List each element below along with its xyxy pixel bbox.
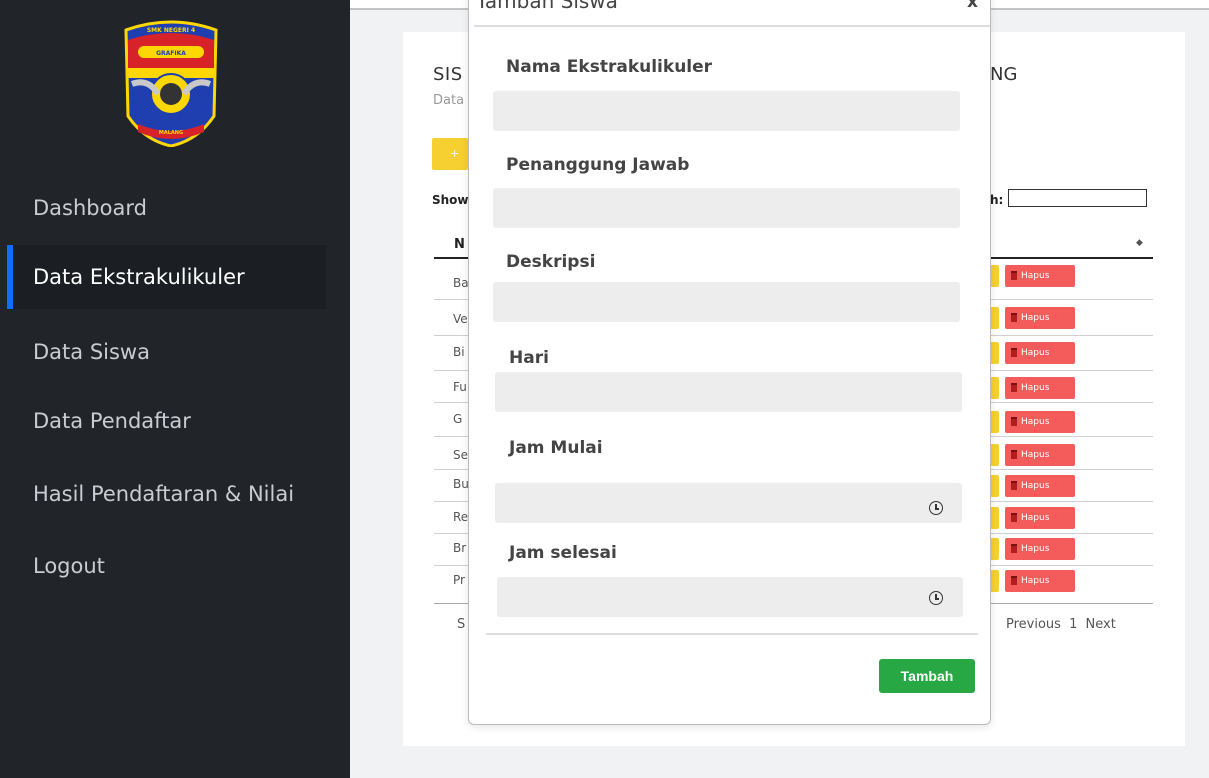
logo-text-top: SMK NEGERI 4 [147,27,195,34]
sidebar-item-logout[interactable]: Logout [7,534,326,598]
sidebar-item-hasil-pendaftaran[interactable]: Hasil Pendaftaran & Nilai [7,462,326,526]
school-logo: SMK NEGERI 4 GRAFIKA MALANG [124,20,218,147]
delete-button[interactable]: Hapus [1005,507,1075,529]
tambah-button[interactable]: Tambah [879,659,975,693]
search-label: h: [990,193,1004,207]
delete-button[interactable]: Hapus [1005,444,1075,466]
delete-button[interactable]: Hapus [1005,570,1075,592]
trash-icon [1011,513,1017,522]
delete-button-label: Hapus [1021,576,1050,586]
nama-ekstrakulikuler-label: Nama Ekstrakulikuler [506,57,713,77]
hari-input[interactable] [495,372,962,412]
delete-button-label: Hapus [1021,544,1050,554]
delete-button-label: Hapus [1021,513,1050,523]
show-entries-label: Show [432,193,469,207]
deskripsi-label: Deskripsi [506,252,596,272]
trash-icon [1011,348,1017,357]
jam-selesai-input[interactable] [497,577,963,617]
deskripsi-input[interactable] [493,282,960,322]
delete-button-label: Hapus [1021,271,1050,281]
table-row-name: Re [453,510,469,524]
modal-title: Tambah Siswa [476,0,618,13]
logo-text-ribbon: MALANG [159,130,183,136]
edit-button[interactable] [991,377,999,399]
sidebar-item-data-siswa[interactable]: Data Siswa [7,320,326,384]
edit-button[interactable] [991,265,999,287]
modal-header-divider [474,25,990,27]
edit-button[interactable] [991,411,999,433]
table-row-name: Ve [453,312,468,326]
clock-icon[interactable] [929,501,943,515]
table-row-name: Bi [453,345,465,359]
search-input[interactable] [1008,189,1147,207]
edit-button[interactable] [991,342,999,364]
delete-button-label: Hapus [1021,313,1050,323]
trash-icon [1011,383,1017,392]
page-title-end: NG [990,64,1018,85]
delete-button[interactable]: Hapus [1005,475,1075,497]
table-row-name: Se [453,448,468,462]
delete-button-label: Hapus [1021,481,1050,491]
sidebar-item-data-pendaftar[interactable]: Data Pendaftar [7,389,326,453]
showing-entries-text: S [457,617,466,632]
pagination-next[interactable]: Next [1086,617,1116,632]
table-row-name: G [453,412,463,426]
table-row-name: Bu [453,477,469,491]
page-title: SIS [433,64,463,85]
pagination-page-1[interactable]: 1 [1069,617,1077,632]
pagination: Previous 1 Next [1006,617,1116,632]
pagination-previous[interactable]: Previous [1006,617,1061,632]
table-row-name: Br [453,541,467,555]
penanggung-jawab-label: Penanggung Jawab [506,155,690,175]
delete-button-label: Hapus [1021,417,1050,427]
clock-icon[interactable] [929,591,943,605]
edit-button[interactable] [991,570,999,592]
edit-button[interactable] [991,475,999,497]
delete-button[interactable]: Hapus [1005,377,1075,399]
delete-button-label: Hapus [1021,450,1050,460]
trash-icon [1011,450,1017,459]
edit-button[interactable] [991,444,999,466]
penanggung-jawab-input[interactable] [493,188,960,228]
trash-icon [1011,313,1017,322]
logo-text-band: GRAFIKA [156,50,186,57]
sidebar: SMK NEGERI 4 GRAFIKA MALANG Dashboard Da… [0,0,350,778]
delete-button[interactable]: Hapus [1005,265,1075,287]
delete-button[interactable]: Hapus [1005,411,1075,433]
table-row-name: Ba [453,276,469,290]
edit-button[interactable] [991,507,999,529]
trash-icon [1011,417,1017,426]
trash-icon [1011,576,1017,585]
sidebar-item-dashboard[interactable]: Dashboard [7,176,326,240]
trash-icon [1011,271,1017,280]
sort-icon[interactable]: ◆ [1136,238,1143,248]
delete-button[interactable]: Hapus [1005,342,1075,364]
table-column-header[interactable]: N [454,237,465,252]
delete-button[interactable]: Hapus [1005,307,1075,329]
hari-label: Hari [509,348,549,368]
delete-button-label: Hapus [1021,383,1050,393]
table-row-name: Pr [453,573,465,587]
page-subtitle: Data [433,93,465,108]
jam-selesai-label: Jam selesai [509,543,617,563]
delete-button-label: Hapus [1021,348,1050,358]
nama-ekstrakulikuler-input[interactable] [493,91,960,131]
jam-mulai-label: Jam Mulai [509,438,603,458]
edit-button[interactable] [991,538,999,560]
delete-button[interactable]: Hapus [1005,538,1075,560]
add-button[interactable]: + [432,138,468,170]
edit-button[interactable] [991,307,999,329]
trash-icon [1011,481,1017,490]
jam-mulai-input[interactable] [495,483,962,523]
sidebar-item-data-ekstrakulikuler[interactable]: Data Ekstrakulikuler [7,245,326,309]
trash-icon [1011,544,1017,553]
table-row-name: Fu [453,380,467,394]
modal-close-button[interactable]: x [967,0,978,12]
modal-footer-divider [486,633,978,635]
